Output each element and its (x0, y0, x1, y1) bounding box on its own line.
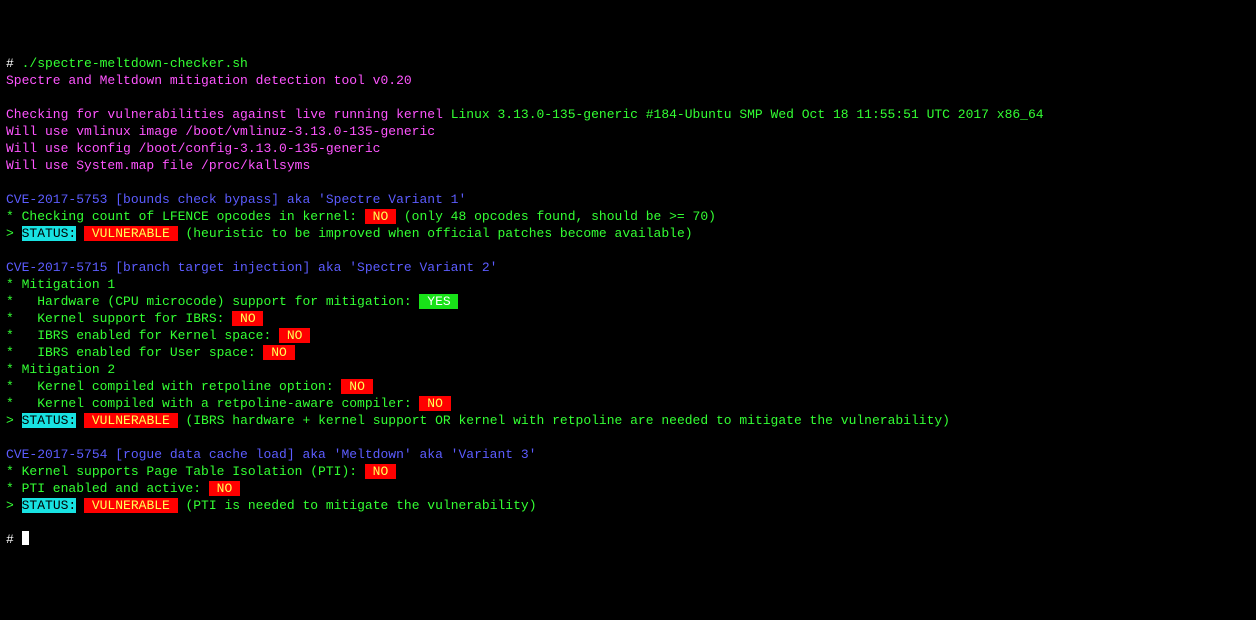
cve3-header: CVE-2017-5754 [rogue data cache load] ak… (6, 447, 537, 462)
cve3-pti-active-badge: NO (209, 481, 240, 496)
cve1-status-label: STATUS: (22, 226, 77, 241)
cve3-pti-support-label: * Kernel supports Page Table Isolation (… (6, 464, 365, 479)
tool-title: Spectre and Meltdown mitigation detectio… (6, 73, 412, 88)
cve2-retpoline-comp-badge: NO (419, 396, 450, 411)
cve2-retpoline-opt-badge: NO (341, 379, 372, 394)
use-vmlinux: Will use vmlinux image /boot/vmlinuz-3.1… (6, 124, 435, 139)
cve2-ibrs-uspace-label: * IBRS enabled for User space: (6, 345, 263, 360)
cve1-check-label: * Checking count of LFENCE opcodes in ke… (6, 209, 365, 224)
use-kconfig: Will use kconfig /boot/config-3.13.0-135… (6, 141, 380, 156)
cve1-status-prefix: > (6, 226, 22, 241)
cve2-retpoline-comp-label: * Kernel compiled with a retpoline-aware… (6, 396, 419, 411)
command-text: ./spectre-meltdown-checker.sh (22, 56, 248, 71)
cve3-status-label: STATUS: (22, 498, 77, 513)
cve1-check-badge: NO (365, 209, 396, 224)
cve2-hw-label: * Hardware (CPU microcode) support for m… (6, 294, 419, 309)
cve3-status-prefix: > (6, 498, 22, 513)
cve1-status-badge: VULNERABLE (84, 226, 178, 241)
cve2-mitigation2: * Mitigation 2 (6, 362, 115, 377)
cve3-status-badge: VULNERABLE (84, 498, 178, 513)
cve3-pti-active-label: * PTI enabled and active: (6, 481, 209, 496)
cve3-pti-support-badge: NO (365, 464, 396, 479)
cve2-ibrs-kspace-badge: NO (279, 328, 310, 343)
cve2-status-label: STATUS: (22, 413, 77, 428)
cve2-retpoline-opt-label: * Kernel compiled with retpoline option: (6, 379, 341, 394)
cve2-ibrs-kernel-label: * Kernel support for IBRS: (6, 311, 232, 326)
cve3-status-detail: (PTI is needed to mitigate the vulnerabi… (178, 498, 537, 513)
cve1-header: CVE-2017-5753 [bounds check bypass] aka … (6, 192, 466, 207)
cursor[interactable] (22, 531, 29, 545)
shell-prompt-2[interactable]: # (6, 532, 22, 547)
cve2-ibrs-kspace-label: * IBRS enabled for Kernel space: (6, 328, 279, 343)
cve2-ibrs-kernel-badge: NO (232, 311, 263, 326)
cve1-check-detail: (only 48 opcodes found, should be >= 70) (396, 209, 716, 224)
shell-prompt: # (6, 56, 22, 71)
cve2-hw-badge: YES (419, 294, 458, 309)
cve2-status-detail: (IBRS hardware + kernel support OR kerne… (178, 413, 950, 428)
check-prefix: Checking for vulnerabilities against liv… (6, 107, 451, 122)
cve2-ibrs-uspace-badge: NO (263, 345, 294, 360)
terminal-output: # ./spectre-meltdown-checker.sh Spectre … (6, 55, 1250, 548)
cve2-status-prefix: > (6, 413, 22, 428)
cve2-mitigation1: * Mitigation 1 (6, 277, 115, 292)
kernel-version: Linux 3.13.0-135-generic #184-Ubuntu SMP… (451, 107, 1044, 122)
cve2-header: CVE-2017-5715 [branch target injection] … (6, 260, 497, 275)
cve1-status-detail: (heuristic to be improved when official … (178, 226, 693, 241)
cve2-status-badge: VULNERABLE (84, 413, 178, 428)
use-systemmap: Will use System.map file /proc/kallsyms (6, 158, 310, 173)
